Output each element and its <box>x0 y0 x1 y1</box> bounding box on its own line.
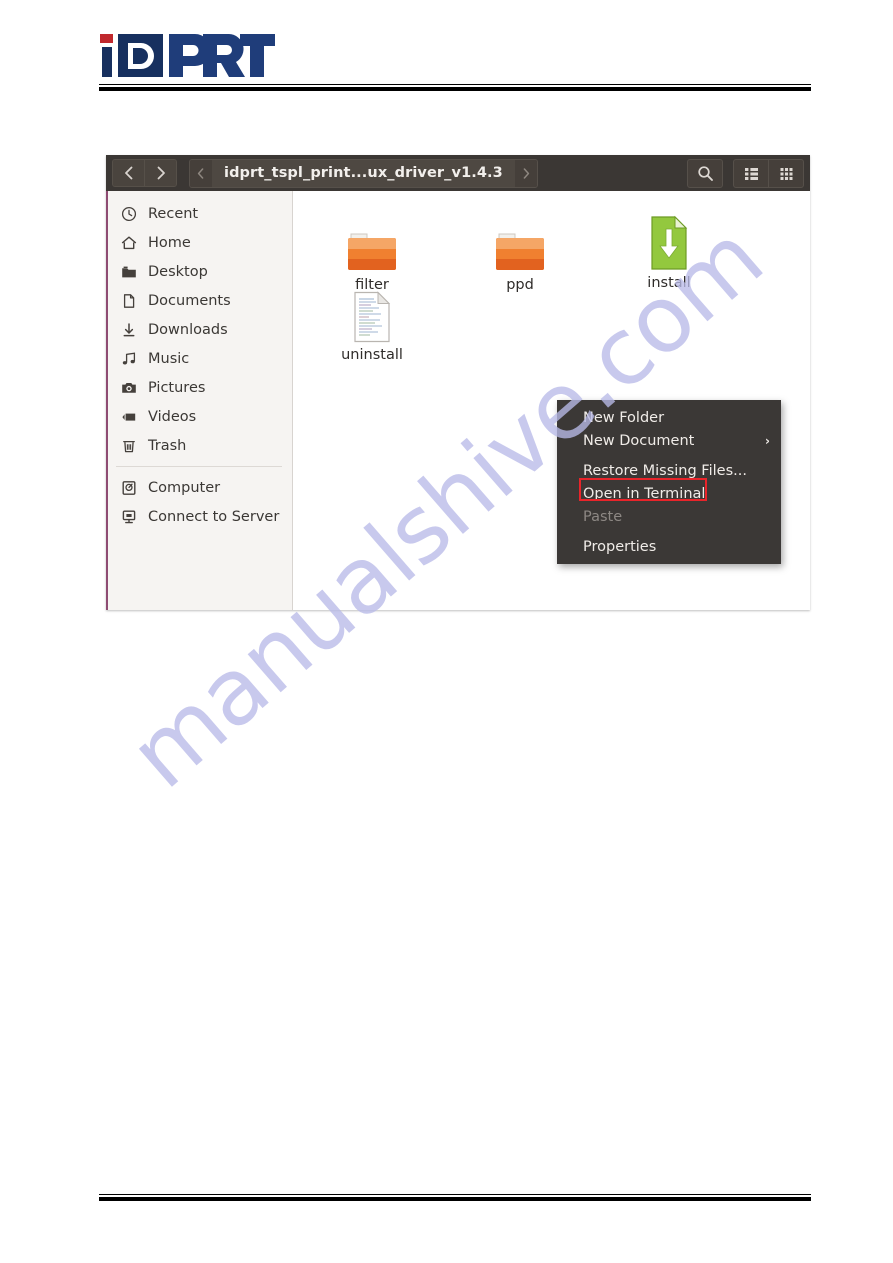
file-icon-view[interactable]: filter ppd install uninstall New Folder … <box>293 191 810 610</box>
folder-icon <box>317 223 427 273</box>
breadcrumb: idprt_tspl_print...ux_driver_v1.4.3 <box>189 158 538 188</box>
list-view-icon <box>744 167 758 180</box>
grid-view-icon <box>780 167 792 180</box>
brand-logo <box>99 24 275 80</box>
context-menu-item-label: Open in Terminal <box>583 485 706 502</box>
chevron-right-icon <box>157 166 165 180</box>
sidebar-item-label: Recent <box>148 205 199 222</box>
headerbar-tools <box>687 158 804 188</box>
context-menu-item-open-in-terminal[interactable]: Open in Terminal <box>557 482 781 505</box>
sidebar-item-label: Home <box>148 234 191 251</box>
idprt-logo-icon <box>100 34 275 77</box>
chevron-left-icon <box>197 167 204 179</box>
breadcrumb-prev-button[interactable] <box>190 159 212 187</box>
back-button[interactable] <box>113 160 144 186</box>
sidebar-item-desktop[interactable]: Desktop <box>108 257 292 286</box>
file-manager-headerbar: idprt_tspl_print...ux_driver_v1.4.3 <box>106 155 810 191</box>
file-item-label: install <box>647 275 691 291</box>
footer-rule-thick <box>99 1197 811 1201</box>
sidebar-item-label: Documents <box>148 292 231 309</box>
sidebar-item-label: Pictures <box>148 379 206 396</box>
search-button[interactable] <box>687 158 723 188</box>
server-icon <box>120 508 137 525</box>
context-menu-item-label: Properties <box>583 538 657 555</box>
context-menu-item-new-document[interactable]: New Document › <box>557 429 781 452</box>
context-menu-item-label: Paste <box>583 508 623 525</box>
file-item-label: ppd <box>506 277 534 293</box>
breadcrumb-current-folder[interactable]: idprt_tspl_print...ux_driver_v1.4.3 <box>212 159 515 187</box>
header-rule <box>99 84 811 91</box>
file-manager-window: idprt_tspl_print...ux_driver_v1.4.3 Rece… <box>106 155 810 610</box>
text-document-icon <box>317 285 427 343</box>
sidebar-item-videos[interactable]: Videos <box>108 402 292 431</box>
breadcrumb-next-button[interactable] <box>514 159 537 187</box>
sidebar-item-home[interactable]: Home <box>108 228 292 257</box>
sidebar-item-computer[interactable]: Computer <box>108 473 292 502</box>
trash-icon <box>120 437 137 454</box>
file-manager-body: Recent Home Desktop Documents Downloads … <box>106 191 810 610</box>
context-menu-item-restore-missing-files[interactable]: Restore Missing Files... <box>557 459 781 482</box>
sidebar-item-label: Trash <box>148 437 187 454</box>
grid-view-button[interactable] <box>768 159 803 187</box>
document-icon <box>120 292 137 309</box>
sidebar-item-documents[interactable]: Documents <box>108 286 292 315</box>
folder-icon <box>465 223 575 273</box>
context-menu-separator <box>557 528 781 535</box>
chevron-left-icon <box>124 166 132 180</box>
context-menu-separator <box>557 452 781 459</box>
sidebar-item-label: Computer <box>148 479 221 496</box>
chevron-right-icon: › <box>765 433 770 448</box>
context-menu-item-paste: Paste <box>557 505 781 528</box>
home-icon <box>120 234 137 251</box>
sidebar-item-label: Music <box>148 350 190 367</box>
view-mode-group <box>733 158 804 188</box>
context-menu-item-new-folder[interactable]: New Folder <box>557 406 781 429</box>
camera-icon <box>120 379 137 396</box>
sidebar-item-pictures[interactable]: Pictures <box>108 373 292 402</box>
footer-rule-thin <box>99 1194 811 1195</box>
script-file-icon <box>614 213 724 271</box>
document-page: manualshive.com idprt_tspl_print...ux_dr… <box>0 0 893 1263</box>
header-rule-thin <box>99 84 811 85</box>
download-icon <box>120 321 137 338</box>
sidebar-item-trash[interactable]: Trash <box>108 431 292 460</box>
sidebar-item-music[interactable]: Music <box>108 344 292 373</box>
sidebar-item-label: Desktop <box>148 263 208 280</box>
navigation-button-group <box>112 159 177 187</box>
sidebar-item-label: Downloads <box>148 321 228 338</box>
sidebar-separator <box>116 466 282 467</box>
sidebar-item-label: Connect to Server <box>148 508 280 525</box>
file-item-ppd[interactable]: ppd <box>465 223 575 293</box>
file-item-install[interactable]: install <box>614 213 724 291</box>
file-item-uninstall[interactable]: uninstall <box>317 285 427 363</box>
context-menu-item-label: New Document <box>583 432 695 449</box>
list-view-button[interactable] <box>734 160 768 187</box>
sidebar-item-connect-to-server[interactable]: Connect to Server <box>108 502 292 531</box>
video-icon <box>120 408 137 425</box>
header-rule-thick <box>99 87 811 91</box>
context-menu-item-label: New Folder <box>583 409 665 426</box>
sidebar: Recent Home Desktop Documents Downloads … <box>108 191 293 610</box>
context-menu: New Folder New Document › Restore Missin… <box>557 400 781 564</box>
file-item-label: uninstall <box>341 347 403 363</box>
context-menu-item-label: Restore Missing Files... <box>583 462 747 479</box>
search-icon <box>697 165 713 181</box>
file-item-filter[interactable]: filter <box>317 223 427 293</box>
computer-disk-icon <box>120 479 137 496</box>
clock-icon <box>120 205 137 222</box>
desktop-folder-icon <box>120 263 137 280</box>
sidebar-item-label: Videos <box>148 408 197 425</box>
context-menu-item-properties[interactable]: Properties <box>557 535 781 558</box>
sidebar-item-downloads[interactable]: Downloads <box>108 315 292 344</box>
chevron-right-icon <box>523 167 530 179</box>
sidebar-item-recent[interactable]: Recent <box>108 199 292 228</box>
forward-button[interactable] <box>144 160 176 186</box>
footer-rule <box>99 1194 811 1201</box>
music-note-icon <box>120 350 137 367</box>
